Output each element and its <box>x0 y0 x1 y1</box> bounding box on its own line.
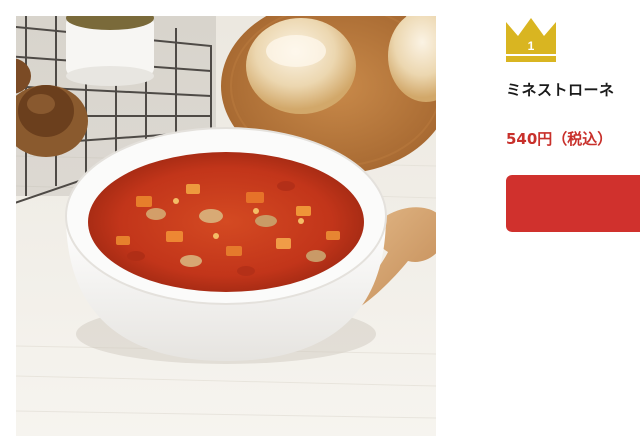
product-image[interactable] <box>16 16 436 436</box>
rank-badge: 1 <box>506 16 556 62</box>
product-card: 1 ミネストローネ 540円（税込） <box>0 0 640 448</box>
product-price: 540円（税込） <box>506 130 613 148</box>
add-to-cart-button[interactable] <box>506 175 640 232</box>
product-name[interactable]: ミネストローネ <box>506 79 615 100</box>
rank-number: 1 <box>528 39 535 53</box>
crown-icon: 1 <box>506 18 556 62</box>
